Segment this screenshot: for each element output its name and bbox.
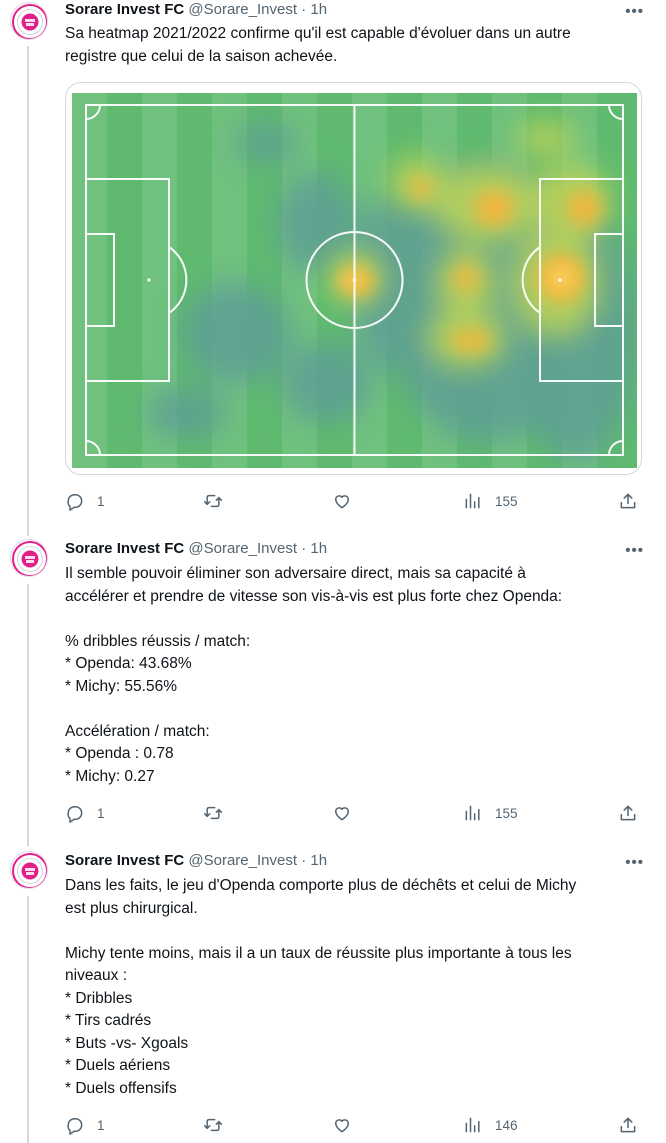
views-button[interactable]: 155 [463,802,518,824]
separator: · [301,1,307,18]
tweet-text-line: niveaux : [65,967,128,984]
reply-icon [67,806,83,823]
avatar[interactable] [10,851,48,889]
tweet-text-line: registre que celui de la saison achevée. [65,47,338,65]
tweet[interactable]: Sorare Invest FC @Sorare_Invest · 1h •••… [0,537,666,837]
share-icon [620,1117,636,1133]
views-button[interactable]: 155 [463,490,518,512]
tweet-text-line: * Openda: 43.68% [65,655,192,672]
tweet-text-line: * Dribbles [65,989,133,1007]
reply-icon [67,494,83,511]
tweet-text: Sa heatmap 2021/2022 confirme qu'il est … [65,23,645,68]
tweet-text-line: accélérer et prendre de vitesse son vis-… [65,587,563,605]
tweet-text: Dans les faits, le jeu d'Openda comporte… [65,875,645,1100]
reply-count: 1 [97,1117,105,1133]
tweet-text-line: * Duels offensifs [65,1079,177,1097]
share-icon [620,493,636,509]
author-handle[interactable]: @Sorare_Invest [188,1,297,18]
views-button[interactable]: 146 [463,1114,518,1136]
retweet-button[interactable] [202,802,236,824]
tweet-text-line: * Duels aériens [65,1057,171,1074]
author-name[interactable]: Sorare Invest FC [65,540,184,557]
tweet-text-line [65,608,645,631]
retweet-icon [203,806,223,820]
share-button[interactable] [618,490,638,512]
retweet-button[interactable] [202,1114,236,1136]
tweet-text-line: Accélération / match: [65,722,210,740]
club-logo [12,853,47,888]
club-logo [12,541,47,576]
tweet-text-line: * Michy: 55.56% [65,677,177,695]
reply-button[interactable]: 1 [65,1114,105,1136]
football-pitch-heatmap [72,93,637,468]
heart-icon [335,807,349,821]
tweet-text-line [65,920,645,943]
author-name[interactable]: Sorare Invest FC [65,1,184,18]
tweet-header: Sorare Invest FC @Sorare_Invest · 1h [65,0,646,20]
tweet-text-line: Il semble pouvoir éliminer son adversair… [65,565,526,582]
like-button[interactable] [332,490,364,512]
timestamp[interactable]: 1h [310,540,327,557]
reply-button[interactable]: 1 [65,802,105,824]
views-count: 155 [495,805,518,821]
author-handle[interactable]: @Sorare_Invest [188,540,297,557]
more-options-icon[interactable]: ••• [625,4,644,19]
tweet-text-line: Sa heatmap 2021/2022 confirme qu'il est … [65,25,571,42]
tweet-text-line: * Openda : 0.78 [65,745,174,762]
avatar[interactable] [10,2,48,40]
author-handle[interactable]: @Sorare_Invest [188,852,297,869]
views-count: 146 [495,1117,518,1133]
like-button[interactable] [332,802,364,824]
tweet-text: Il semble pouvoir éliminer son adversair… [65,563,645,788]
tweet[interactable]: Sorare Invest FC @Sorare_Invest · 1h •••… [0,0,666,525]
share-button[interactable] [618,1114,638,1136]
more-options-icon[interactable]: ••• [625,855,644,870]
tweet-header: Sorare Invest FC @Sorare_Invest · 1h [65,539,646,559]
tweet-actions: 1 155 [65,802,645,824]
views-count: 155 [495,493,518,509]
tweet-text-line: * Tirs cadrés [65,1012,152,1029]
timestamp[interactable]: 1h [310,1,327,18]
retweet-icon [203,494,223,508]
heart-icon [335,1119,349,1133]
reply-icon [67,1118,83,1135]
share-icon [620,805,636,821]
heart-icon [335,495,349,509]
views-icon [465,805,480,821]
tweet-text-line: est plus chirurgical. [65,899,198,917]
reply-count: 1 [97,493,105,509]
author-name[interactable]: Sorare Invest FC [65,852,184,869]
tweet-text-line: % dribbles réussis / match: [65,632,251,650]
tweet-actions: 1 146 [65,1114,645,1136]
retweet-icon [203,1118,223,1132]
reply-count: 1 [97,805,105,821]
like-button[interactable] [332,1114,364,1136]
timestamp[interactable]: 1h [310,852,327,869]
more-options-icon[interactable]: ••• [625,543,644,558]
tweet-text-line: * Michy: 0.27 [65,767,155,785]
club-logo [12,4,47,39]
tweet-text-line [65,698,645,721]
views-icon [465,493,480,509]
avatar[interactable] [10,539,48,577]
tweet-text-line: * Buts -vs- Xgoals [65,1034,189,1052]
separator: · [301,852,307,869]
tweet-header: Sorare Invest FC @Sorare_Invest · 1h [65,851,646,871]
views-icon [465,1117,480,1133]
heatmap-image[interactable] [65,82,642,475]
retweet-button[interactable] [202,490,236,512]
tweet-actions: 1 155 [65,490,645,512]
tweet[interactable]: Sorare Invest FC @Sorare_Invest · 1h •••… [0,849,666,1143]
reply-button[interactable]: 1 [65,490,105,512]
tweet-text-line: Michy tente moins, mais il a un taux de … [65,944,572,962]
share-button[interactable] [618,802,638,824]
separator: · [301,540,307,557]
tweet-text-line: Dans les faits, le jeu d'Openda comporte… [65,877,577,894]
